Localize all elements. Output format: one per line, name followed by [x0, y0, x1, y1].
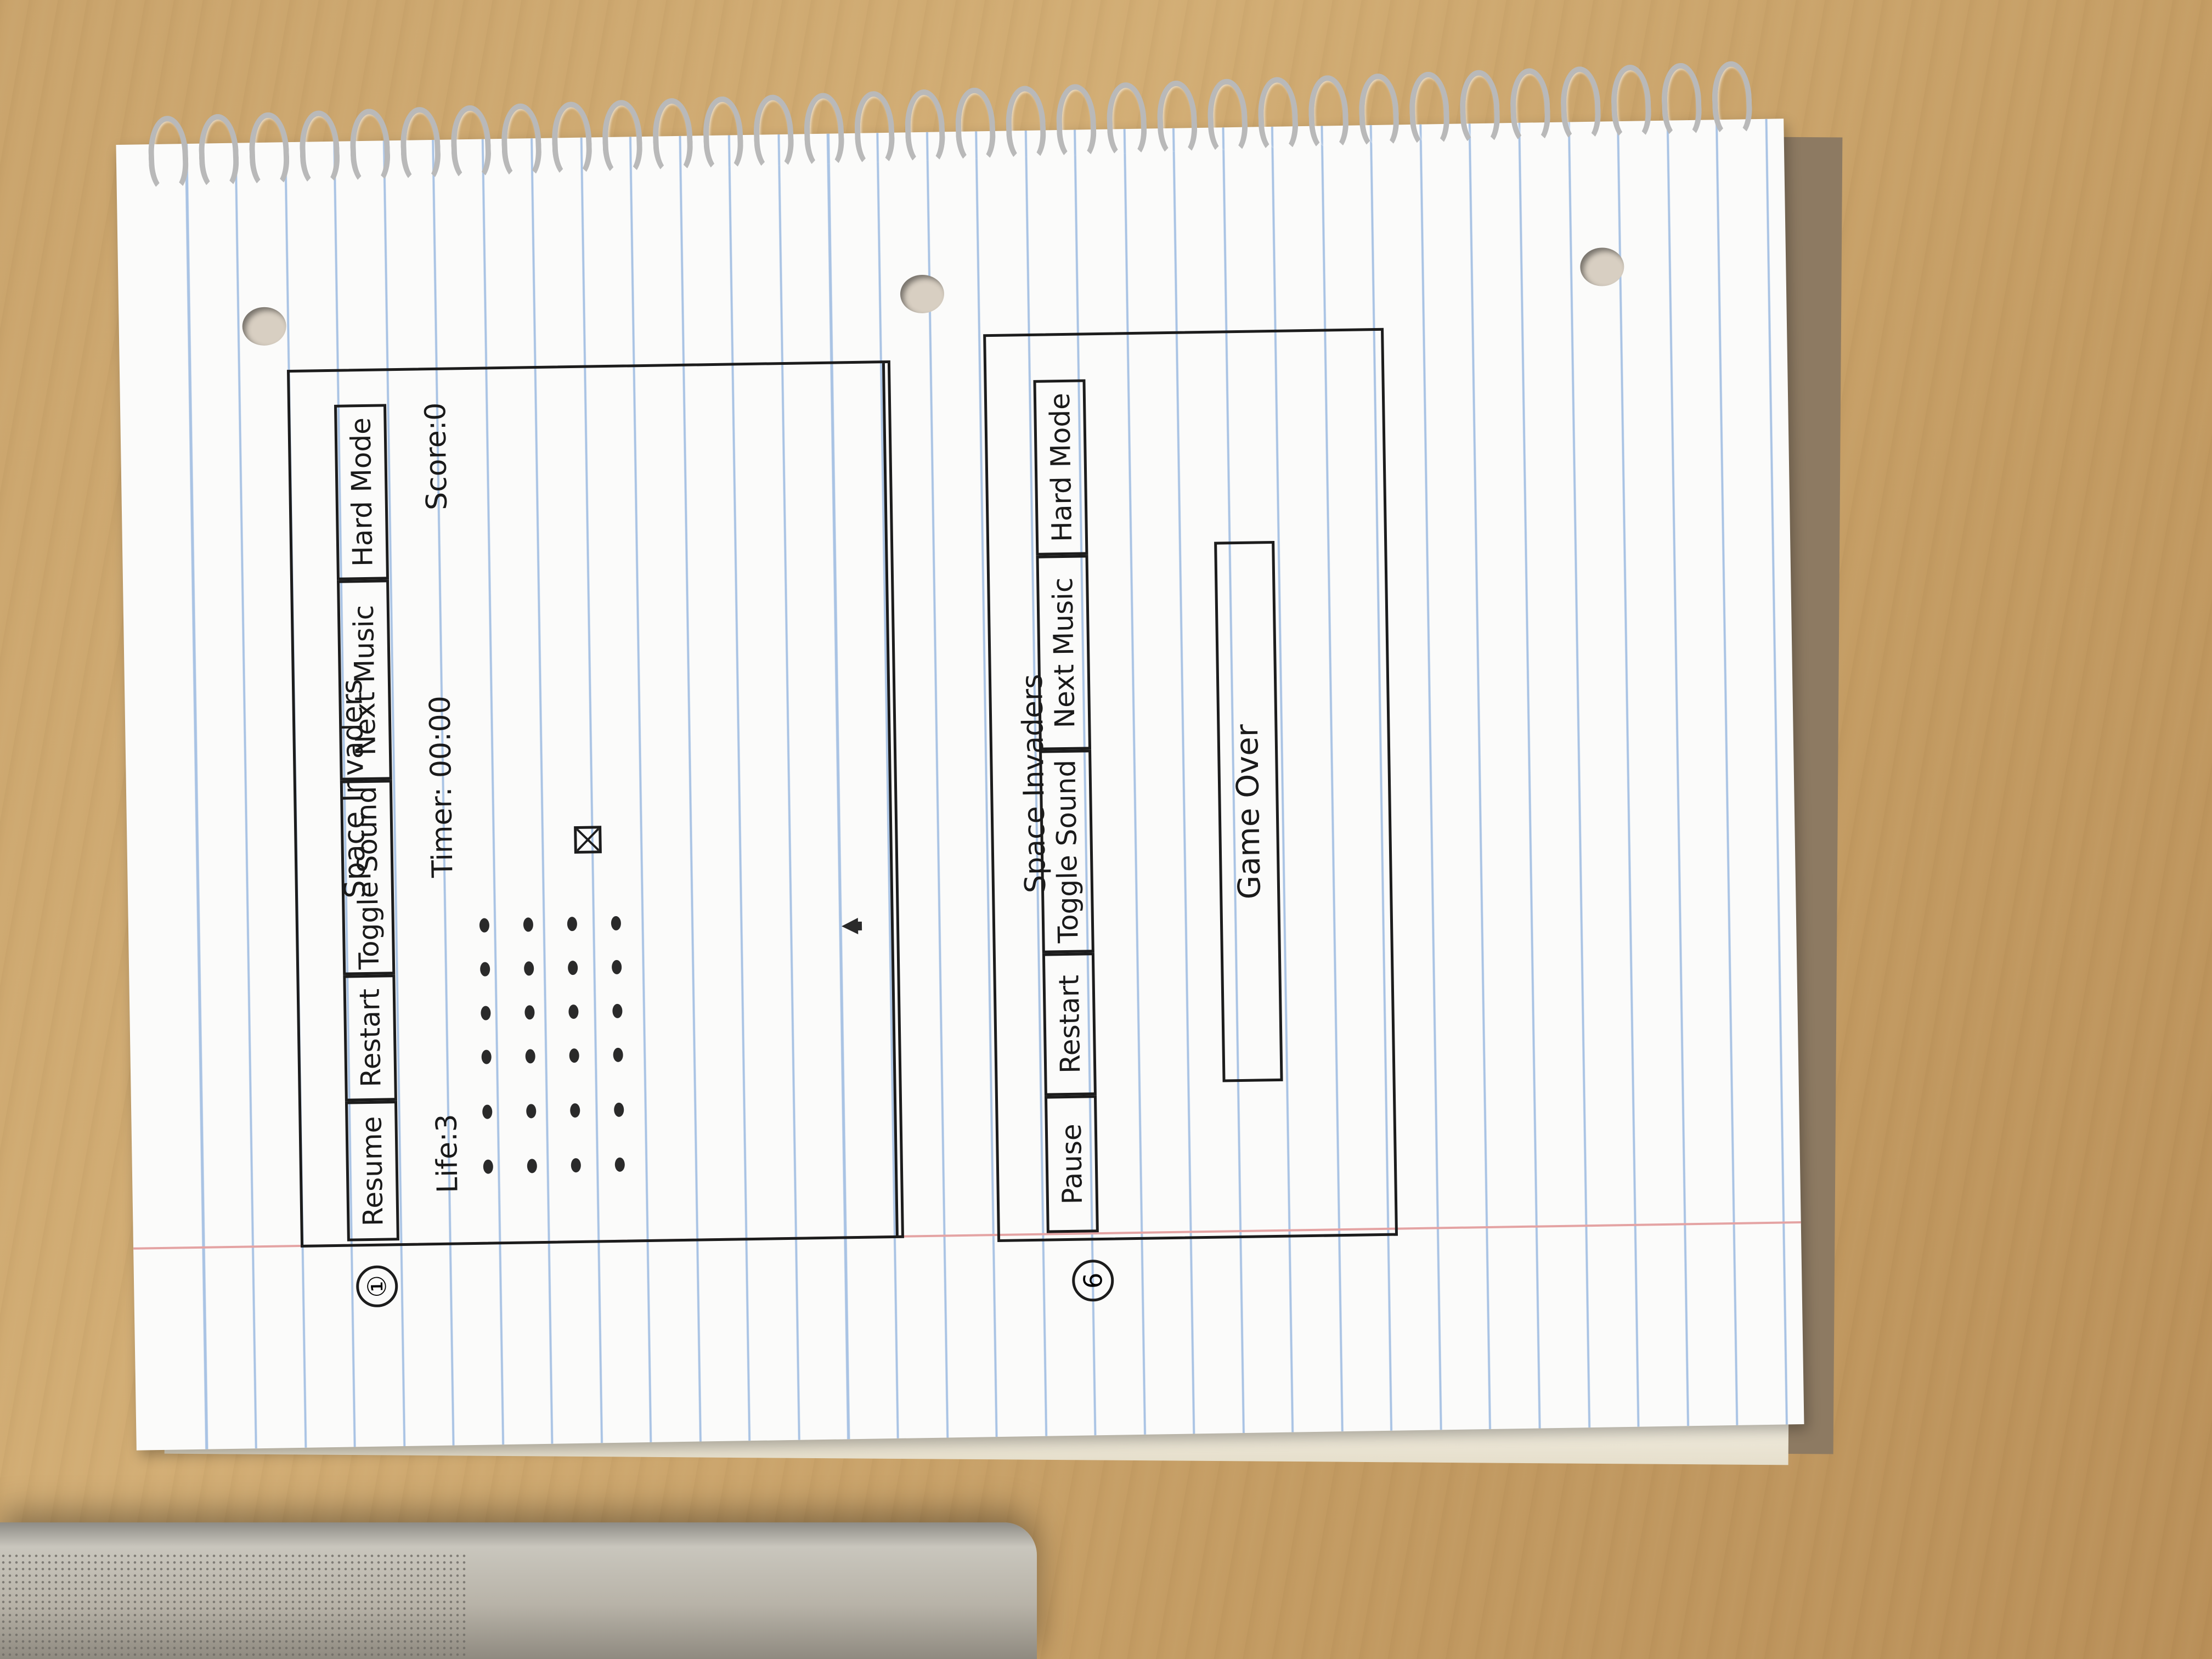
toggle-sound-button-sketch[interactable]: Toggle Sound: [340, 780, 396, 975]
invader: [570, 1103, 580, 1118]
invader: [567, 916, 578, 932]
invader: [614, 1102, 624, 1117]
invader: [613, 1047, 623, 1062]
invader: [479, 918, 490, 933]
spiral-coil: [1610, 64, 1652, 143]
spiral-coil: [853, 90, 896, 169]
life-counter: Life:3: [430, 1113, 465, 1194]
spiral-coil: [1660, 62, 1703, 140]
invader: [571, 1158, 582, 1173]
spiral-coil: [500, 103, 543, 181]
invader: [523, 917, 534, 932]
photo-scene: Space Invaders Resume Restart Toggle Sou…: [0, 0, 2212, 1659]
spiral-coil: [954, 87, 997, 165]
invader: [614, 1157, 625, 1172]
invader: [481, 1006, 491, 1020]
spiral-coil: [702, 95, 744, 174]
score-display: Score:0: [419, 402, 454, 511]
mystery-ship-icon: [574, 826, 602, 854]
spiral-coil: [1005, 85, 1047, 163]
invader: [481, 1049, 492, 1064]
next-music-button-sketch[interactable]: Next Music: [337, 579, 392, 781]
spiral-coil: [1711, 60, 1753, 139]
invader: [567, 960, 578, 975]
invader: [612, 1003, 623, 1019]
spiral-coil: [147, 115, 190, 194]
spiral-coil: [1559, 65, 1602, 144]
spiral-coil: [1458, 69, 1501, 148]
invader: [483, 1159, 494, 1174]
spiral-coil: [651, 97, 694, 176]
spiral-coil: [1156, 80, 1199, 159]
restart-button-sketch[interactable]: Restart: [343, 974, 397, 1102]
spiral-coil: [752, 94, 795, 172]
restart-button-sketch[interactable]: Restart: [1042, 952, 1097, 1096]
invader: [569, 1048, 579, 1063]
spiral-coil: [449, 104, 492, 183]
spiral-coil: [1206, 78, 1249, 156]
spiral-coil: [601, 99, 644, 178]
spiral-coil: [1408, 71, 1451, 150]
invader: [568, 1004, 579, 1019]
invader: [524, 1005, 535, 1020]
invader: [479, 962, 490, 977]
invader: [527, 1159, 538, 1173]
laptop-speaker-grille: [0, 1553, 466, 1659]
player-ship-icon: [842, 915, 864, 938]
invader: [611, 916, 622, 931]
spiral-coil: [1055, 83, 1098, 162]
next-music-button-sketch[interactable]: Next Music: [1036, 555, 1092, 751]
invader: [525, 1049, 535, 1064]
spiral-coil: [198, 113, 240, 192]
hard-mode-button-sketch[interactable]: Hard Mode: [334, 404, 390, 580]
pause-button-sketch[interactable]: Pause: [1044, 1095, 1099, 1233]
spiral-coil: [1307, 75, 1350, 153]
invader: [526, 1104, 537, 1119]
invader: [611, 960, 622, 975]
timer-display: Timer: 00:00: [424, 695, 460, 878]
spiral-coil: [803, 92, 845, 171]
resume-button-sketch[interactable]: Resume: [345, 1101, 399, 1242]
spiral-coil: [298, 110, 341, 188]
invader: [482, 1104, 493, 1119]
toggle-sound-button-sketch[interactable]: Toggle Sound: [1039, 749, 1094, 953]
spiral-coil: [1357, 72, 1400, 151]
spiral-coil: [349, 108, 391, 187]
spiral-coil: [248, 111, 291, 190]
spiral-coil: [1105, 81, 1148, 160]
notebook-page: Space Invaders Resume Restart Toggle Sou…: [116, 119, 1804, 1451]
spiral-coil: [1257, 76, 1299, 155]
spiral-coil: [550, 101, 593, 179]
spiral-coil: [1509, 67, 1551, 146]
hard-mode-button-sketch[interactable]: Hard Mode: [1033, 379, 1088, 556]
spiral-coil: [399, 106, 442, 185]
game-over-banner: Game Over: [1214, 540, 1283, 1082]
spiral-coil: [904, 88, 946, 167]
invader: [523, 961, 534, 976]
